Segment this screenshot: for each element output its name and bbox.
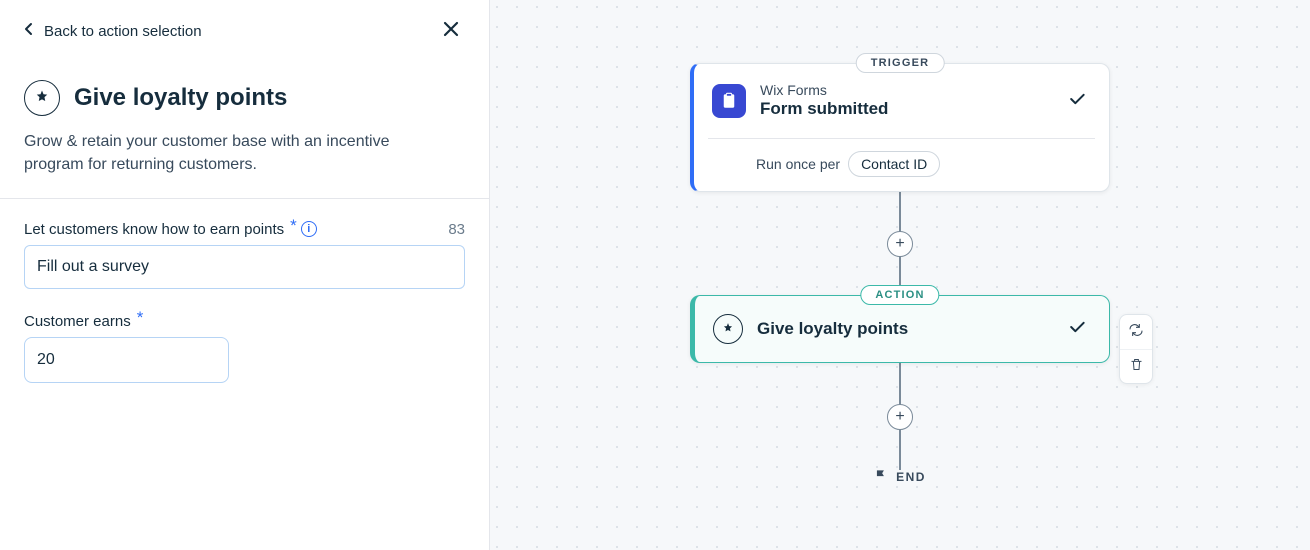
run-once-chip[interactable]: Contact ID <box>848 151 940 177</box>
action-config-panel: Back to action selection Give loyalty po… <box>0 0 490 550</box>
close-icon <box>442 20 460 43</box>
points-stepper <box>24 337 229 383</box>
loyalty-icon <box>24 80 60 116</box>
card-row: Give loyalty points <box>695 296 1109 362</box>
trigger-badge: TRIGGER <box>856 53 945 73</box>
card-row: Wix Forms Form submitted <box>694 64 1109 138</box>
wix-forms-icon <box>712 84 746 118</box>
plus-icon: + <box>895 235 904 253</box>
field-customer-earns: Customer earns * <box>24 311 465 383</box>
trash-icon <box>1129 357 1144 377</box>
app-root: Back to action selection Give loyalty po… <box>0 0 1310 550</box>
field-label-left: Let customers know how to earn points * … <box>24 219 317 239</box>
flow-end: END <box>690 468 1110 485</box>
field-label-left: Customer earns * <box>24 311 143 331</box>
required-star: * <box>133 308 144 328</box>
delete-button[interactable] <box>1120 349 1152 383</box>
trigger-card[interactable]: Wix Forms Form submitted Run once per Co… <box>690 63 1110 192</box>
chevron-left-icon <box>24 22 34 40</box>
required-star: * <box>286 216 297 236</box>
points-input[interactable] <box>25 338 229 382</box>
panel-top-bar: Back to action selection <box>24 18 465 44</box>
plus-icon: + <box>895 408 904 426</box>
trigger-event-name: Form submitted <box>760 98 1053 120</box>
check-icon <box>1067 317 1087 342</box>
field-label-row: Customer earns * <box>24 311 465 331</box>
repeat-icon <box>1128 322 1144 343</box>
action-badge: ACTION <box>860 285 939 305</box>
trigger-app-name: Wix Forms <box>760 82 1053 98</box>
flag-icon <box>874 468 888 485</box>
panel-body: Let customers know how to earn points * … <box>0 199 489 425</box>
field-earn-message: Let customers know how to earn points * … <box>24 219 465 289</box>
back-link-label: Back to action selection <box>44 23 202 40</box>
add-step-button[interactable]: + <box>887 231 913 257</box>
field-label-row: Let customers know how to earn points * … <box>24 219 465 239</box>
char-count: 83 <box>448 221 465 238</box>
close-button[interactable] <box>437 17 465 45</box>
earn-message-input[interactable] <box>24 245 465 289</box>
action-title: Give loyalty points <box>757 318 1053 340</box>
card-texts: Give loyalty points <box>757 318 1053 340</box>
connector: + <box>899 192 901 295</box>
trigger-condition-row: Run once per Contact ID <box>708 138 1095 191</box>
panel-title-row: Give loyalty points <box>24 80 465 116</box>
check-icon <box>1067 89 1087 114</box>
loyalty-icon <box>713 314 743 344</box>
automation-canvas[interactable]: TRIGGER Wix Forms Form submitted <box>490 0 1310 550</box>
flow-column: TRIGGER Wix Forms Form submitted <box>690 0 1110 485</box>
back-link[interactable]: Back to action selection <box>24 22 202 40</box>
repeat-button[interactable] <box>1120 315 1152 349</box>
card-texts: Wix Forms Form submitted <box>760 82 1053 120</box>
action-card-tools <box>1119 314 1153 384</box>
end-label: END <box>896 470 926 484</box>
field-label: Customer earns <box>24 313 131 330</box>
info-icon[interactable]: i <box>301 221 317 237</box>
panel-description: Grow & retain your customer base with an… <box>24 130 444 176</box>
add-step-button[interactable]: + <box>887 404 913 430</box>
action-card[interactable]: Give loyalty points <box>690 295 1110 363</box>
panel-header: Back to action selection Give loyalty po… <box>0 0 489 199</box>
run-once-label: Run once per <box>756 156 840 172</box>
field-label: Let customers know how to earn points <box>24 221 284 238</box>
panel-title: Give loyalty points <box>74 84 287 112</box>
connector: + <box>899 363 901 470</box>
